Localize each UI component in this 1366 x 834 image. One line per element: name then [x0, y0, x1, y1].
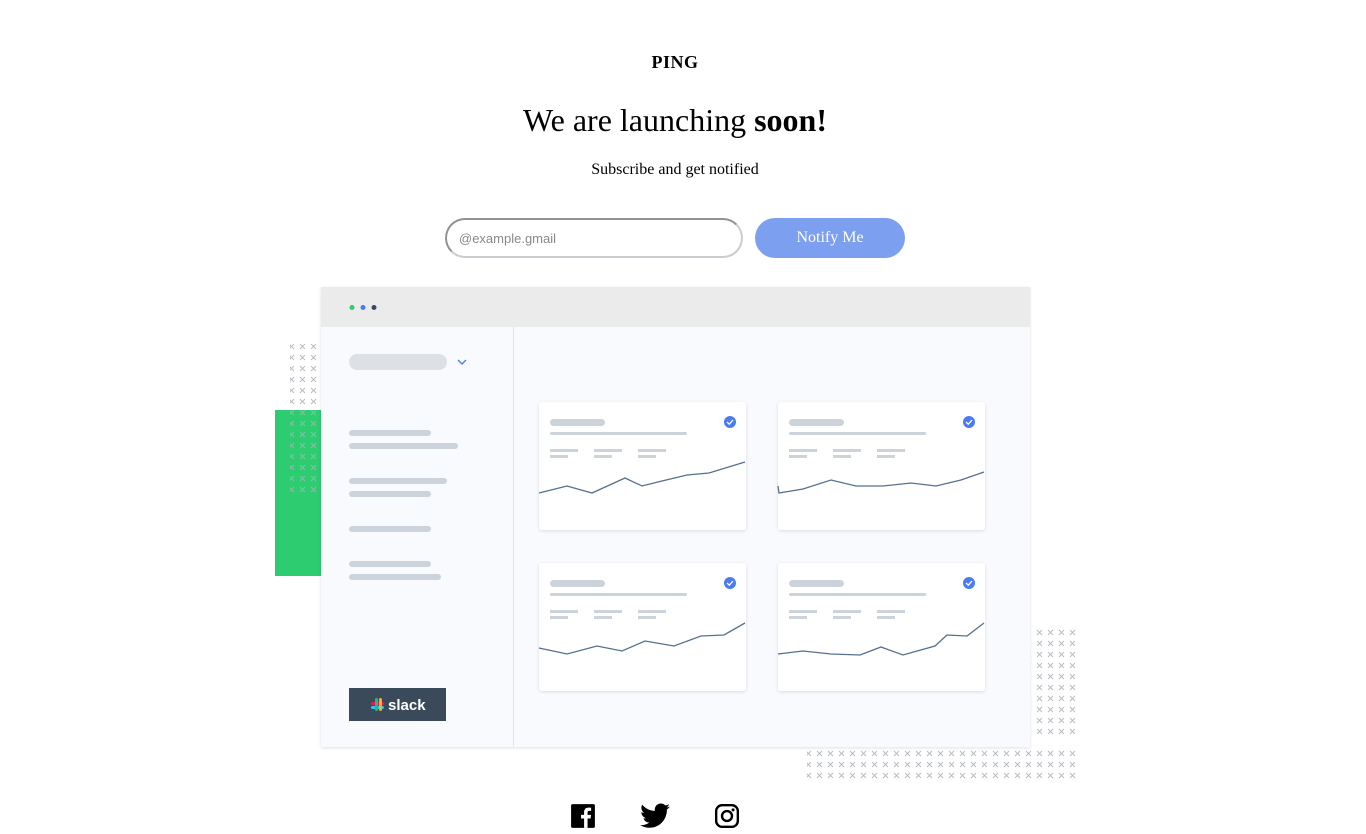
instagram-icon: [714, 803, 740, 829]
stat-card: [538, 563, 746, 691]
sidebar-dropdown-pill: [349, 354, 447, 370]
twitter-link[interactable]: [640, 803, 670, 834]
slack-label: slack: [388, 697, 426, 714]
check-badge-icon: [963, 416, 975, 428]
instagram-link[interactable]: [714, 803, 740, 834]
window-dot-green: [349, 305, 355, 310]
facebook-link[interactable]: [570, 803, 596, 834]
app-sidebar: [321, 327, 513, 747]
check-badge-icon: [724, 416, 736, 428]
stat-card: [777, 402, 985, 530]
window-titlebar: [321, 287, 1030, 327]
stat-card: [777, 563, 985, 691]
dashboard-illustration: slack: [275, 287, 1078, 779]
check-badge-icon: [724, 577, 736, 589]
window-dot-blue: [360, 305, 366, 310]
x-pattern-bottom: [807, 745, 1078, 779]
x-pattern-left-overlay: [290, 410, 322, 498]
check-badge-icon: [963, 577, 975, 589]
window-dot-dark: [371, 305, 377, 310]
x-pattern-right: [1031, 626, 1078, 736]
facebook-icon: [571, 804, 595, 828]
twitter-icon: [640, 803, 670, 828]
stat-card: [538, 402, 746, 530]
